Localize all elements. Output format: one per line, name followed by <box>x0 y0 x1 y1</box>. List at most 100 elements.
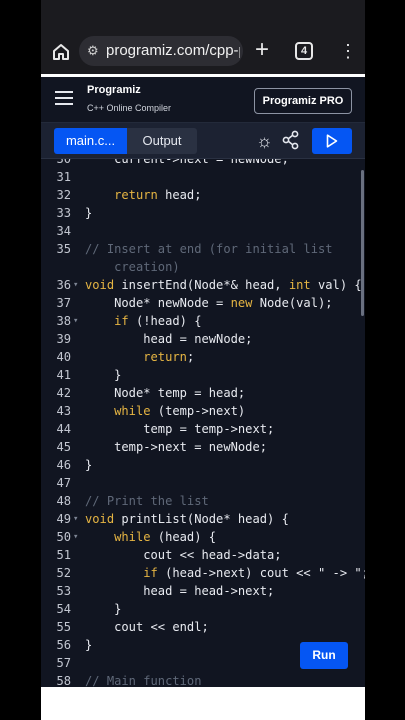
code-line[interactable]: 44 temp = temp->next; <box>41 420 365 438</box>
programiz-pro-button[interactable]: Programiz PRO <box>254 88 352 114</box>
code-text: temp->next = newNode; <box>85 440 268 454</box>
code-line[interactable]: 34 <box>41 222 365 240</box>
line-number: 58 <box>56 674 71 687</box>
line-number: 52 <box>56 566 71 580</box>
url-text: programiz.com/cpp-p <box>106 42 240 59</box>
bottom-bar <box>41 687 365 720</box>
more-vert-icon[interactable]: ⋮ <box>339 41 357 61</box>
address-bar[interactable]: ⚙ programiz.com/cpp-p <box>79 36 243 66</box>
code-line[interactable]: 52 if (head->next) cout << " -> "; <box>41 564 365 582</box>
plus-icon[interactable]: + <box>255 38 269 62</box>
play-icon <box>326 134 338 148</box>
tab-output[interactable]: Output <box>127 128 197 154</box>
code-text: Node* newNode = new Node(val); <box>85 296 333 310</box>
code-text: while (head) { <box>114 530 217 544</box>
editor-scrollbar[interactable] <box>361 170 364 316</box>
tab-main-file[interactable]: main.c... <box>54 128 127 154</box>
code-editor[interactable]: 30 current->next = newNode; 31 32 return h… <box>41 159 365 687</box>
code-text: } <box>85 368 122 382</box>
code-line[interactable]: creation) <box>41 258 365 276</box>
code-text: if (!head) { <box>114 314 202 328</box>
code-text: return; <box>143 350 195 364</box>
code-line[interactable]: 39 head = newNode; <box>41 330 365 348</box>
code-line[interactable]: 31 <box>41 168 365 186</box>
run-code-button[interactable] <box>312 128 352 154</box>
line-number: 32 <box>56 188 71 202</box>
code-text: } <box>85 458 93 472</box>
code-text: void printList(Node* head) { <box>85 512 289 526</box>
browser-toolbar: ⚙ programiz.com/cpp-p + 4 ⋮ <box>41 0 365 76</box>
code-line[interactable]: 53 head = head->next; <box>41 582 365 600</box>
code-text: creation) <box>85 260 180 274</box>
code-line[interactable]: 32 return head; <box>41 186 365 204</box>
code-text: // Main function <box>85 674 202 687</box>
line-number: 45 <box>56 440 71 454</box>
code-text: } <box>85 206 93 220</box>
fold-arrow-icon[interactable]: ▾ <box>73 312 78 330</box>
code-line[interactable]: 46} <box>41 456 365 474</box>
line-number: 53 <box>56 584 71 598</box>
code-text: head = head->next; <box>85 584 275 598</box>
line-number: 35 <box>56 242 71 256</box>
code-text: // Print the list <box>85 494 209 508</box>
fold-arrow-icon[interactable]: ▾ <box>73 276 78 294</box>
hamburger-menu-icon[interactable] <box>55 91 73 105</box>
code-line[interactable]: 54 } <box>41 600 365 618</box>
line-number: 55 <box>56 620 71 634</box>
code-text: current->next = newNode; <box>85 159 289 166</box>
code-text: cout << head->data; <box>85 548 282 562</box>
code-line[interactable]: 50 ▾ while (head) { <box>41 528 365 546</box>
code-text: while (temp->next) <box>114 404 246 418</box>
line-number: 34 <box>56 224 71 238</box>
share-icon[interactable] <box>282 130 300 155</box>
line-number: 54 <box>56 602 71 616</box>
line-number: 33 <box>56 206 71 220</box>
code-line[interactable]: 38 ▾ if (!head) { <box>41 312 365 330</box>
code-text: } <box>85 638 93 652</box>
code-line[interactable]: 45 temp->next = newNode; <box>41 438 365 456</box>
tab-count-button[interactable]: 4 <box>295 42 313 60</box>
editor-toolbar: main.c... Output ☼ <box>41 123 365 159</box>
code-line[interactable]: 55 cout << endl; <box>41 618 365 636</box>
sun-icon[interactable]: ☼ <box>256 131 273 152</box>
line-number: 56 <box>56 638 71 652</box>
line-number: 36 <box>56 278 71 292</box>
phone-screen: ⚙ programiz.com/cpp-p + 4 ⋮ Programiz C+… <box>41 0 365 720</box>
run-button[interactable]: Run <box>300 642 348 669</box>
tune-icon[interactable]: ⚙ <box>87 43 99 59</box>
line-number: 50 <box>56 530 71 544</box>
line-number: 41 <box>56 368 71 382</box>
code-line[interactable]: 33} <box>41 204 365 222</box>
line-number: 49 <box>56 512 71 526</box>
code-line[interactable]: 40 return; <box>41 348 365 366</box>
logo[interactable]: Programiz <box>87 84 141 96</box>
line-number: 47 <box>56 476 71 490</box>
code-line[interactable]: 35 // Insert at end (for initial list <box>41 240 365 258</box>
line-number: 38 <box>56 314 71 328</box>
line-number: 44 <box>56 422 71 436</box>
code-text: head = newNode; <box>85 332 253 346</box>
code-text: cout << endl; <box>85 620 209 634</box>
code-line[interactable]: 37 Node* newNode = new Node(val); <box>41 294 365 312</box>
code-text: temp = temp->next; <box>85 422 275 436</box>
code-line[interactable]: 51 cout << head->data; <box>41 546 365 564</box>
line-number: 39 <box>56 332 71 346</box>
code-line[interactable]: 36 ▾ void insertEnd(Node*& head, int val) … <box>41 276 365 294</box>
code-line[interactable]: 42 Node* temp = head; <box>41 384 365 402</box>
code-line[interactable]: 41 } <box>41 366 365 384</box>
code-text: if (head->next) cout << " -> "; <box>143 566 365 580</box>
code-line[interactable]: 47 <box>41 474 365 492</box>
code-line[interactable]: 30 current->next = newNode; <box>41 159 365 168</box>
line-number: 48 <box>56 494 71 508</box>
fold-arrow-icon[interactable]: ▾ <box>73 528 78 546</box>
code-line[interactable]: 49 ▾ void printList(Node* head) { <box>41 510 365 528</box>
fold-arrow-icon[interactable]: ▾ <box>73 510 78 528</box>
line-number: 37 <box>56 296 71 310</box>
line-number: 57 <box>56 656 71 670</box>
home-icon[interactable] <box>51 42 71 66</box>
code-line[interactable]: 43 while (temp->next) <box>41 402 365 420</box>
line-number: 31 <box>56 170 71 184</box>
line-number: 43 <box>56 404 71 418</box>
code-line[interactable]: 48 // Print the list <box>41 492 365 510</box>
code-line[interactable]: 58 // Main function <box>41 672 365 687</box>
